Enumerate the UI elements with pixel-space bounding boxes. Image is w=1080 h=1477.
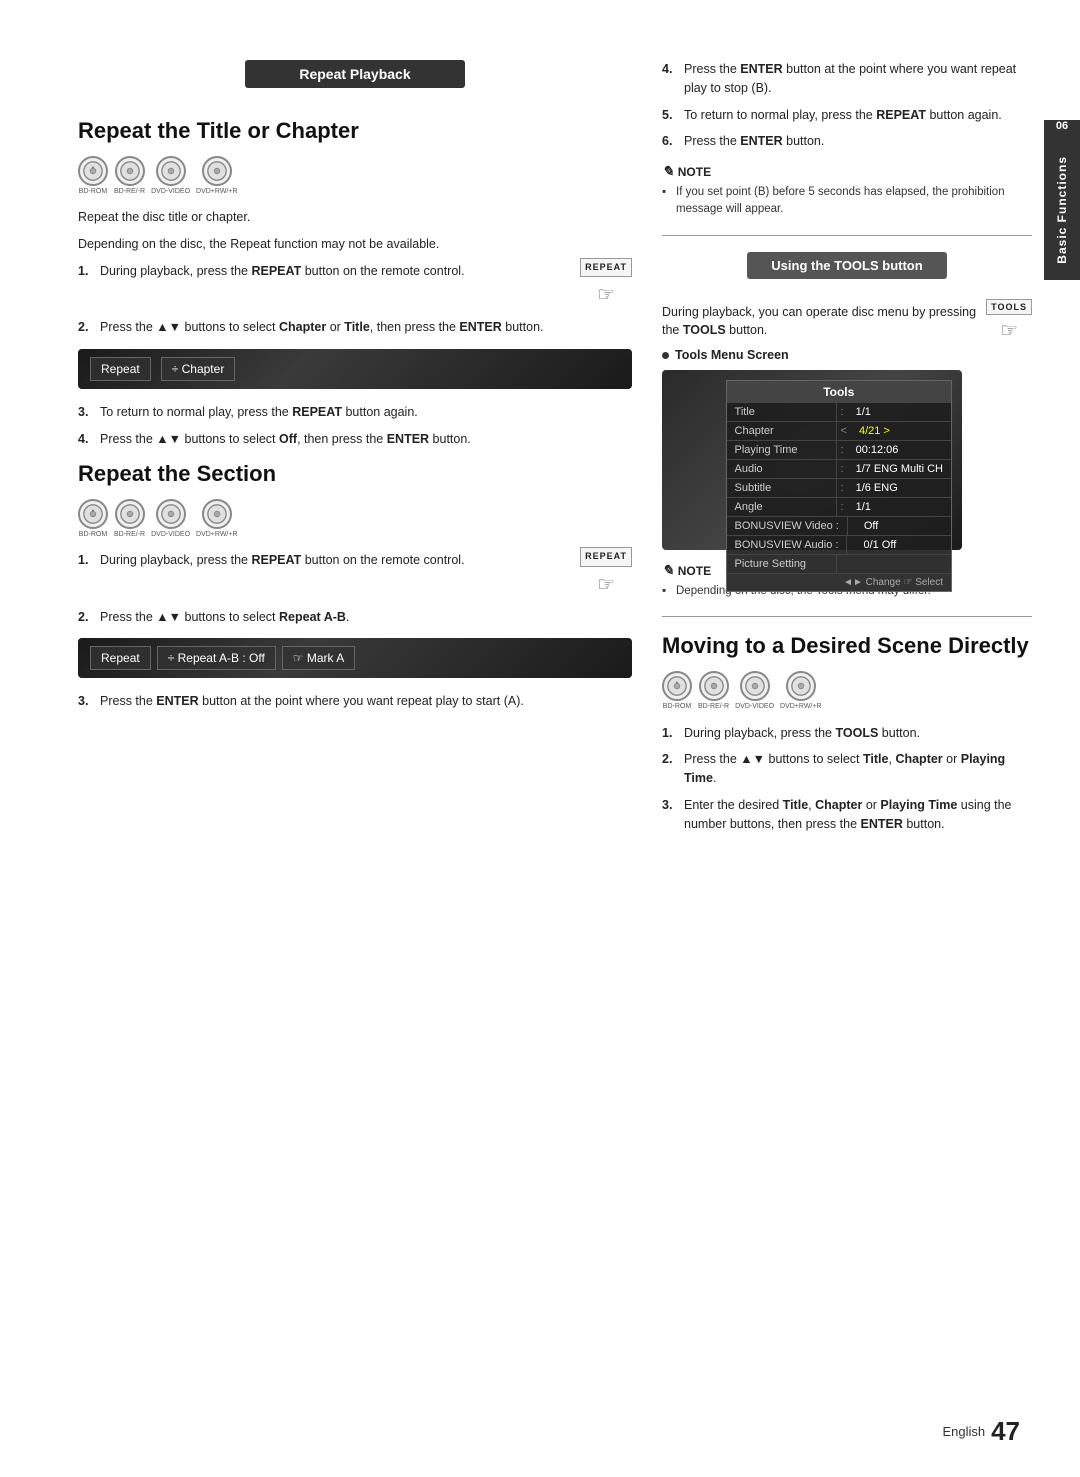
title-chapter-steps-2: 3. To return to normal play, press the R… <box>78 403 632 449</box>
note2-header: NOTE <box>678 564 711 578</box>
screen-chapter-label: ÷ Chapter <box>161 357 236 381</box>
repeat-button-icon-2: REPEAT ☞ <box>580 547 632 600</box>
disc-icons-section-row: + BD-ROM BD-RE/-R <box>78 499 632 539</box>
intro-text-1: Repeat the disc title or chapter. <box>78 208 632 227</box>
tools-menu-footer: ◄► Change ☞ Select <box>727 574 951 591</box>
tools-row-chapter: Chapter < 4/21 > <box>727 422 951 441</box>
cont-step-4: 4. Press the ENTER button at the point w… <box>662 60 1032 98</box>
step-1: 1. During playback, press the REPEAT but… <box>78 262 632 311</box>
step-2: 2. Press the ▲▼ buttons to select Chapte… <box>78 318 632 337</box>
note1-list: If you set point (B) before 5 seconds ha… <box>662 184 1032 219</box>
note1-header: NOTE <box>678 165 711 179</box>
tools-row-picture-setting: Picture Setting <box>727 555 951 574</box>
tools-intro: During playback, you can operate disc me… <box>662 303 976 341</box>
tools-overlay-table: Tools Title : 1/1 Chapter < 4/21 > Pl <box>726 380 952 592</box>
svg-text:+: + <box>676 681 678 685</box>
title-chapter-steps: 1. During playback, press the REPEAT but… <box>78 262 632 337</box>
page-footer: English 47 <box>942 1416 1020 1447</box>
section-step-3: 3. Press the ENTER button at the point w… <box>78 692 632 711</box>
left-column: Repeat Playback Repeat the Title or Chap… <box>78 60 632 1437</box>
main-content: Repeat Playback Repeat the Title or Chap… <box>18 0 1062 1477</box>
tools-row-playing-time: Playing Time : 00:12:06 <box>727 441 951 460</box>
moving-step-2: 2. Press the ▲▼ buttons to select Title,… <box>662 750 1032 788</box>
tools-row-bonusview-video: BONUSVIEW Video : Off <box>727 517 951 536</box>
language-label: English <box>942 1424 985 1439</box>
moving-section-heading: Moving to a Desired Scene Directly <box>662 633 1032 659</box>
disc-icons-row: + BD-ROM BD-RE/-R <box>78 156 632 196</box>
repeat-playback-header: Repeat Playback <box>245 60 465 88</box>
chapter-number: 06 <box>1056 120 1068 140</box>
section-step-1: 1. During playback, press the REPEAT but… <box>78 551 632 600</box>
tools-button-icon: TOOLS ☞ <box>986 299 1032 343</box>
section-steps-3: 3. Press the ENTER button at the point w… <box>78 692 632 711</box>
ab-screen-repeat: Repeat <box>90 646 151 670</box>
ab-repeat-screen: Repeat ÷ Repeat A-B : Off ☞ Mark A <box>78 638 632 678</box>
tools-menu-screen-label: Tools Menu Screen <box>662 348 1032 362</box>
tools-section: Using the TOOLS button During playback, … <box>662 252 1032 834</box>
tools-menu-title: Tools <box>727 381 951 403</box>
continued-steps: 4. Press the ENTER button at the point w… <box>662 60 1032 151</box>
divider-1 <box>662 235 1032 236</box>
disc-icon-bdrer: BD-RE/-R <box>114 156 145 196</box>
note1-item-1: If you set point (B) before 5 seconds ha… <box>662 184 1032 219</box>
disc-icon-moving-dvdvideo: DVD-VIDEO <box>735 671 774 711</box>
cont-step-5: 5. To return to normal play, press the R… <box>662 106 1032 125</box>
ab-screen-mark: ☞ Mark A <box>282 646 355 670</box>
disc-icon-section-bdrer: BD-RE/-R <box>114 499 145 539</box>
disc-icon-dvdplusrw: DVD+RW/+R <box>196 156 238 196</box>
step1-text-after: button on the remote control. <box>301 264 464 278</box>
tools-menu-wrapper: Tools Title : 1/1 Chapter < 4/21 > Pl <box>662 370 962 550</box>
step1-bold: REPEAT <box>251 264 301 278</box>
disc-icon-section-bdrom: + BD-ROM <box>78 499 108 539</box>
tools-row-bonusview-audio: BONUSVIEW Audio : 0/1 Off <box>727 536 951 555</box>
section-step-2: 2. Press the ▲▼ buttons to select Repeat… <box>78 608 632 627</box>
repeat-button-icon: REPEAT ☞ <box>580 258 632 311</box>
svg-text:+: + <box>92 165 94 169</box>
repeat-playback-section: Repeat Playback <box>78 60 632 102</box>
ab-screen-val: ÷ Repeat A-B : Off <box>157 646 276 670</box>
cont-step-6: 6. Press the ENTER button. <box>662 132 1032 151</box>
tools-row-angle: Angle : 1/1 <box>727 498 951 517</box>
repeat-chapter-screen: Repeat ÷ Chapter <box>78 349 632 389</box>
intro-text-2: Depending on the disc, the Repeat functi… <box>78 235 632 254</box>
disc-icons-moving-row: + BD-ROM BD-RE/-R <box>662 671 1032 711</box>
right-column: 4. Press the ENTER button at the point w… <box>662 60 1032 1437</box>
disc-icon-moving-bdrer: BD-RE/-R <box>698 671 729 711</box>
tools-row-audio: Audio : 1/7 ENG Multi CH <box>727 460 951 479</box>
disc-icon-section-dvdplusrw: DVD+RW/+R <box>196 499 238 539</box>
moving-steps: 1. During playback, press the TOOLS butt… <box>662 724 1032 834</box>
svg-text:+: + <box>92 508 94 512</box>
side-tab: 06 Basic Functions <box>1044 120 1080 280</box>
disc-icon-moving-bdrom: + BD-ROM <box>662 671 692 711</box>
repeat-section-heading: Repeat the Section <box>78 461 632 487</box>
divider-2 <box>662 616 1032 617</box>
chapter-title: Basic Functions <box>1047 140 1077 280</box>
title-or-chapter-heading: Repeat the Title or Chapter <box>78 118 632 144</box>
moving-step-3: 3. Enter the desired Title, Chapter or P… <box>662 796 1032 834</box>
disc-icon-bdrom: + BD-ROM <box>78 156 108 196</box>
note-section-1: ✎ NOTE If you set point (B) before 5 sec… <box>662 163 1032 219</box>
page-number: 47 <box>991 1416 1020 1447</box>
screen-repeat-label: Repeat <box>90 357 151 381</box>
page-wrapper: 06 Basic Functions Repeat Playback Repea… <box>0 0 1080 1477</box>
tools-row-title: Title : 1/1 <box>727 403 951 422</box>
step-3: 3. To return to normal play, press the R… <box>78 403 632 422</box>
moving-step-1: 1. During playback, press the TOOLS butt… <box>662 724 1032 743</box>
disc-icon-dvdvideo: DVD-VIDEO <box>151 156 190 196</box>
disc-icon-moving-dvdplusrw: DVD+RW/+R <box>780 671 822 711</box>
section-steps: 1. During playback, press the REPEAT but… <box>78 551 632 626</box>
step1-text-before: During playback, press the <box>100 264 251 278</box>
tools-row-subtitle: Subtitle : 1/6 ENG <box>727 479 951 498</box>
disc-icon-section-dvdvideo: DVD-VIDEO <box>151 499 190 539</box>
step-4: 4. Press the ▲▼ buttons to select Off, t… <box>78 430 632 449</box>
tools-header: Using the TOOLS button <box>747 252 947 279</box>
